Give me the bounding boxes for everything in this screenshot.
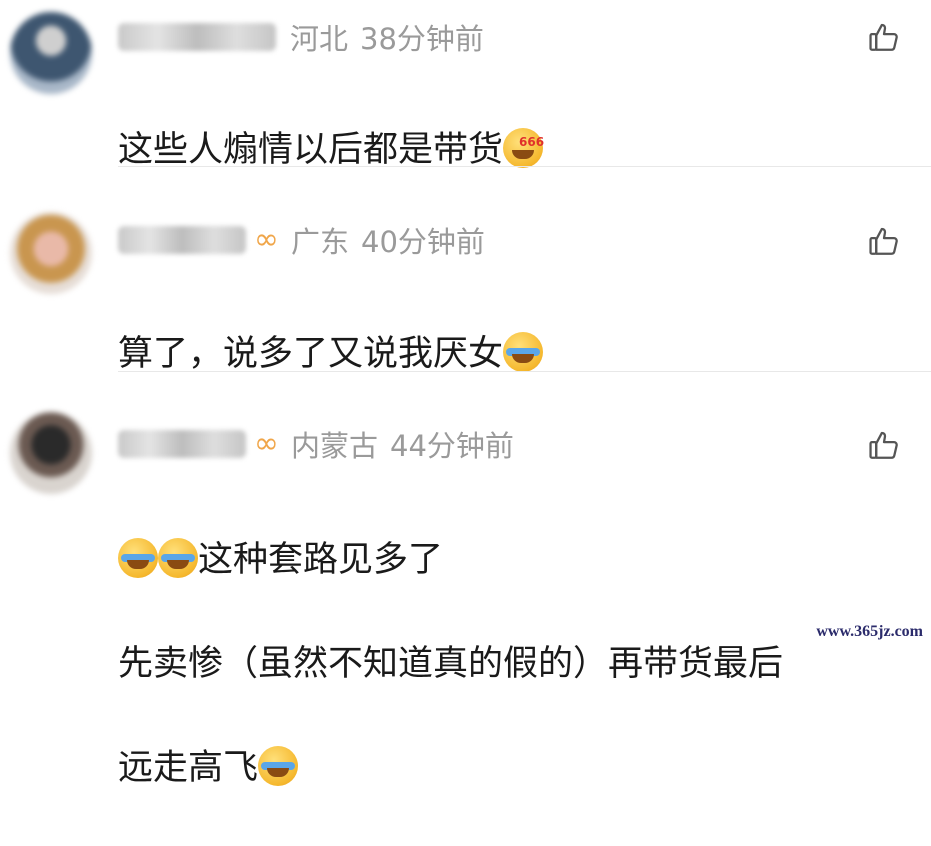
avatar[interactable] <box>10 412 92 494</box>
like-thumb-icon[interactable] <box>865 18 903 56</box>
comment-text: 这种套路见多了 先卖惨（虽然不知道真的假的）再带货最后 远走高飞 <box>118 482 783 846</box>
divider <box>118 371 931 372</box>
facepalm-emoji-icon <box>258 746 299 786</box>
avatar[interactable] <box>10 212 92 294</box>
vip-ribbon-icon: ∞ <box>254 222 279 257</box>
watermark: www.365jz.com <box>816 623 923 640</box>
avatar[interactable] <box>10 12 92 94</box>
comment-line: 这种套路见多了 <box>118 534 783 586</box>
timestamp: 38分钟前 <box>360 22 484 56</box>
facepalm-emoji-icon <box>503 332 544 372</box>
laugh-cry-emoji-icon <box>118 538 158 578</box>
divider <box>118 166 931 167</box>
comment-meta: ∞ 广东 40分钟前 <box>118 220 485 260</box>
like-thumb-icon[interactable] <box>865 222 903 260</box>
like-thumb-icon[interactable] <box>865 426 903 464</box>
username-blurred[interactable] <box>118 430 246 458</box>
comment-line: 远走高飞 <box>118 742 783 794</box>
timestamp: 40分钟前 <box>361 225 485 259</box>
username-blurred[interactable] <box>118 23 276 51</box>
username-blurred[interactable] <box>118 226 246 254</box>
comment-meta: ∞ 内蒙古 44分钟前 <box>118 424 514 464</box>
comment-text: 这些人煽情以后都是带货 <box>118 72 544 176</box>
location-label: 河北 <box>290 22 349 56</box>
comment-meta: 河北 38分钟前 <box>118 17 484 57</box>
timestamp: 44分钟前 <box>390 429 514 463</box>
location-label: 广东 <box>291 225 350 259</box>
666-smirk-emoji-icon <box>503 116 544 168</box>
vip-ribbon-icon: ∞ <box>254 426 279 461</box>
location-label: 内蒙古 <box>291 429 379 463</box>
laugh-cry-emoji-icon <box>158 538 198 578</box>
comment-line: 先卖惨（虽然不知道真的假的）再带货最后 <box>118 644 784 684</box>
comment-text: 算了，说多了又说我厌女 <box>118 276 544 380</box>
